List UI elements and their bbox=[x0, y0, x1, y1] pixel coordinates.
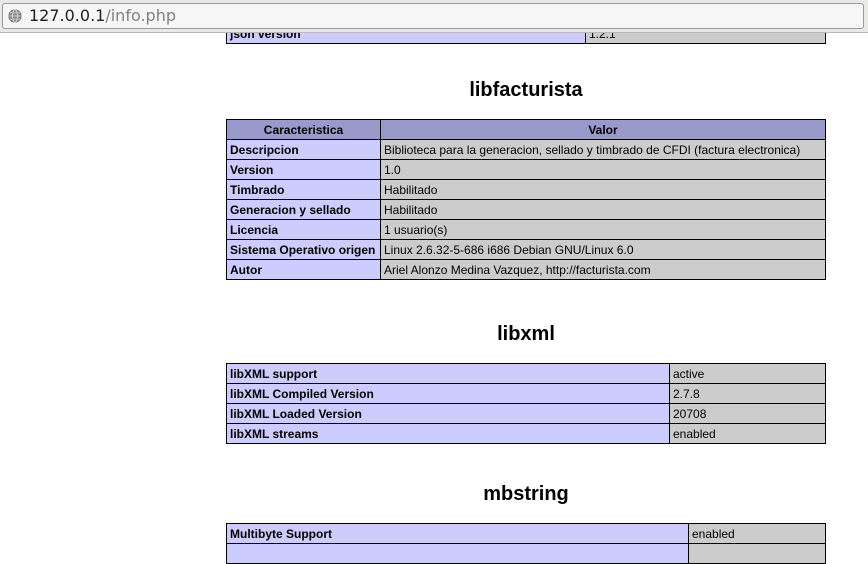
row-key: Descripcion bbox=[226, 139, 381, 160]
table-row: Timbrado Habilitado bbox=[226, 179, 826, 200]
section-title-mbstring: mbstring bbox=[483, 483, 569, 505]
table-row: libXML Loaded Version 20708 bbox=[226, 403, 826, 424]
table-row: Sistema Operativo origen Linux 2.6.32-5-… bbox=[226, 239, 826, 260]
row-key: Autor bbox=[226, 259, 381, 280]
libfacturista-table: Caracteristica Valor Descripcion Bibliot… bbox=[226, 119, 826, 280]
table-row: libXML streams enabled bbox=[226, 423, 826, 444]
column-header-value: Valor bbox=[380, 119, 826, 140]
column-header-key: Caracteristica bbox=[226, 119, 381, 140]
globe-icon bbox=[8, 9, 22, 23]
url-text[interactable]: 127.0.0.1/info.php bbox=[29, 6, 176, 26]
url-path: /info.php bbox=[105, 6, 176, 25]
row-key: Sistema Operativo origen bbox=[226, 239, 381, 260]
table-row: Multibyte Support enabled bbox=[226, 523, 826, 544]
row-value: 20708 bbox=[669, 403, 826, 424]
row-key: Generacion y sellado bbox=[226, 199, 381, 220]
address-bar[interactable]: 127.0.0.1/info.php bbox=[2, 3, 864, 29]
row-value: Habilitado bbox=[380, 199, 826, 220]
row-key: Timbrado bbox=[226, 179, 381, 200]
row-value: Habilitado bbox=[380, 179, 826, 200]
row-value-empty bbox=[688, 543, 826, 564]
table-row: Version 1.0 bbox=[226, 159, 826, 180]
row-key: libXML support bbox=[226, 363, 670, 384]
row-value: enabled bbox=[688, 523, 826, 544]
section-title-libxml: libxml bbox=[497, 323, 555, 345]
row-value: active bbox=[669, 363, 826, 384]
table-row: Licencia 1 usuario(s) bbox=[226, 219, 826, 240]
table-row: Autor Ariel Alonzo Medina Vazquez, http:… bbox=[226, 259, 826, 280]
row-value: 1 usuario(s) bbox=[380, 219, 826, 240]
row-key: Licencia bbox=[226, 219, 381, 240]
row-key: Multibyte Support bbox=[226, 523, 689, 544]
table-row: libXML support active bbox=[226, 363, 826, 384]
table-row: libXML Compiled Version 2.7.8 bbox=[226, 383, 826, 404]
section-title-libfacturista: libfacturista bbox=[469, 79, 583, 101]
browser-toolbar: 127.0.0.1/info.php bbox=[0, 0, 868, 33]
row-value: Biblioteca para la generacion, sellado y… bbox=[380, 139, 826, 160]
row-key: libXML streams bbox=[226, 423, 670, 444]
row-key-empty bbox=[226, 543, 689, 564]
libxml-table: libXML support active libXML Compiled Ve… bbox=[226, 363, 826, 444]
table-row: Generacion y sellado Habilitado bbox=[226, 199, 826, 220]
page-content: json version 1.2.1 libfacturista Caracte… bbox=[0, 0, 868, 564]
url-host: 127.0.0.1 bbox=[29, 6, 106, 25]
table-row bbox=[226, 543, 826, 564]
row-key: libXML Loaded Version bbox=[226, 403, 670, 424]
row-value: 1.0 bbox=[380, 159, 826, 180]
table-header-row: Caracteristica Valor bbox=[226, 119, 826, 140]
row-value: Linux 2.6.32-5-686 i686 Debian GNU/Linux… bbox=[380, 239, 826, 260]
row-value: Ariel Alonzo Medina Vazquez, http://fact… bbox=[380, 259, 826, 280]
row-value: 2.7.8 bbox=[669, 383, 826, 404]
row-value: enabled bbox=[669, 423, 826, 444]
table-row: Descripcion Biblioteca para la generacio… bbox=[226, 139, 826, 160]
row-key: libXML Compiled Version bbox=[226, 383, 670, 404]
row-key: Version bbox=[226, 159, 381, 180]
mbstring-table: Multibyte Support enabled bbox=[226, 523, 826, 564]
